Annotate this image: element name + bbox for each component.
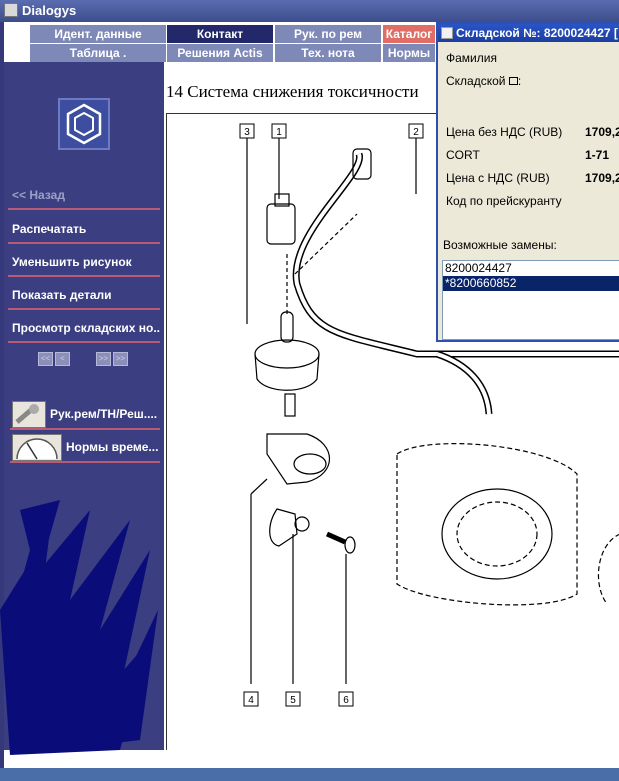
tab-catalog[interactable]: Каталог [383,25,435,43]
last-page-button[interactable]: >> [113,352,128,366]
list-item[interactable]: 8200024427 [443,261,619,276]
svg-text:1: 1 [276,127,282,138]
popup-icon [441,27,453,39]
tab-ident[interactable]: Идент. данные [30,25,166,43]
callout-5[interactable]: 5 [285,691,301,707]
tab-norms[interactable]: Нормы [383,44,435,62]
window-titlebar[interactable]: Dialogys [0,0,619,22]
popup-title: Складской №: 8200024427 [ [456,26,618,40]
price-no-vat-label: Цена без НДС (RUB) [446,125,563,139]
checkbox-icon[interactable] [508,77,518,85]
svg-text:3: 3 [244,127,250,138]
stock-info-popup: Складской №: 8200024427 [ Фамилия Складс… [436,22,619,342]
repair-manual-tool[interactable]: Рук.рем/ТН/Реш.... [10,400,160,430]
callout-6[interactable]: 6 [338,691,354,707]
price-vat-value: 1709,2 [585,171,619,185]
replacements-list[interactable]: 8200024427 *8200660852 [442,260,619,340]
time-norms-tool[interactable]: Нормы време... [10,433,160,463]
callout-1[interactable]: 1 [271,123,287,139]
list-item[interactable]: *8200660852 [443,276,619,291]
prev-page-button[interactable]: < [55,352,70,366]
taskbar [0,768,619,781]
first-page-button[interactable]: << [38,352,53,366]
zoom-out-button[interactable]: Уменьшить рисунок [8,247,160,277]
window-title: Dialogys [22,3,77,18]
svg-text:4: 4 [248,695,254,706]
cort-label: CORT [446,148,480,162]
popup-titlebar[interactable]: Складской №: 8200024427 [ [438,24,619,42]
redaction-scribble [0,500,158,755]
callout-4[interactable]: 4 [243,691,259,707]
app-window: Dialogys Идент. данные Контакт Рук. по р… [0,0,619,781]
tab-table[interactable]: Таблица . [30,44,166,62]
stopwatch-icon [12,434,62,461]
stock-label: Складской : [446,74,522,88]
repair-manual-label: Рук.рем/ТН/Реш.... [50,407,158,421]
surname-label: Фамилия [446,51,497,65]
svg-text:2: 2 [413,127,419,138]
next-page-button[interactable]: >> [96,352,111,366]
hex-bolt-logo-icon [58,98,110,150]
wrench-icon [12,401,46,428]
cort-value: 1-71 [585,148,610,162]
app-icon [4,3,18,17]
tab-contact[interactable]: Контакт [167,25,273,43]
time-norms-label: Нормы време... [66,440,159,454]
callout-3[interactable]: 3 [239,123,255,139]
callout-2[interactable]: 2 [408,123,424,139]
view-stock-button[interactable]: Просмотр складских но... [8,313,160,343]
svg-text:6: 6 [343,695,349,706]
svg-text:5: 5 [290,695,296,706]
price-no-vat-value: 1709,2 [585,125,619,139]
back-link[interactable]: << Назад [8,180,160,210]
print-button[interactable]: Распечатать [8,214,160,244]
price-vat-label: Цена с НДС (RUB) [446,171,550,185]
tab-tech-note[interactable]: Тех. нота [275,44,381,62]
show-parts-button[interactable]: Показать детали [8,280,160,310]
tab-actis[interactable]: Решения Actis [167,44,273,62]
tab-repair-manual[interactable]: Рук. по рем [275,25,381,43]
price-code-label: Код по прейскуранту [446,194,562,208]
page-title: 14 Система снижения токсичности [166,82,419,101]
replacements-label: Возможные замены: [443,238,557,252]
